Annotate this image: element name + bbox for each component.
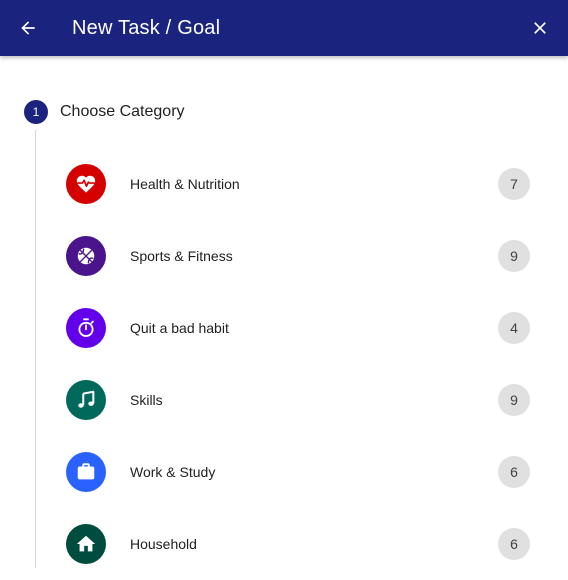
page-title: New Task / Goal [72, 17, 221, 39]
stopwatch-icon [66, 308, 106, 348]
step-header[interactable]: 1 Choose Category [24, 100, 185, 124]
category-item-sports-fitness[interactable]: Sports & Fitness 9 [50, 220, 550, 292]
category-count-badge: 9 [498, 384, 530, 416]
category-count-badge: 4 [498, 312, 530, 344]
arrow-back-icon [21, 21, 35, 35]
category-count-badge: 9 [498, 240, 530, 272]
close-button[interactable] [526, 14, 554, 42]
category-item-household[interactable]: Household 6 [50, 508, 550, 580]
category-count-badge: 7 [498, 168, 530, 200]
category-item-health-nutrition[interactable]: Health & Nutrition 7 [50, 148, 550, 220]
category-label: Health & Nutrition [130, 176, 240, 192]
back-button[interactable] [14, 14, 42, 42]
category-label: Quit a bad habit [130, 320, 229, 336]
step-number-badge: 1 [24, 100, 48, 124]
heart-pulse-icon [66, 164, 106, 204]
app-bar: New Task / Goal [0, 0, 568, 56]
music-note-icon [66, 380, 106, 420]
category-list: Health & Nutrition 7 Sports & Fitness 9 [50, 148, 550, 580]
category-label: Sports & Fitness [130, 248, 233, 264]
step-connector-line [35, 130, 36, 568]
category-count-badge: 6 [498, 456, 530, 488]
category-label: Household [130, 536, 197, 552]
step-label: Choose Category [60, 103, 185, 120]
category-item-skills[interactable]: Skills 9 [50, 364, 550, 436]
briefcase-icon [66, 452, 106, 492]
category-item-quit-bad-habit[interactable]: Quit a bad habit 4 [50, 292, 550, 364]
category-count-badge: 6 [498, 528, 530, 560]
basketball-icon [66, 236, 106, 276]
category-item-work-study[interactable]: Work & Study 6 [50, 436, 550, 508]
home-icon [66, 524, 106, 564]
close-icon [534, 22, 546, 34]
category-label: Skills [130, 392, 163, 408]
category-label: Work & Study [130, 464, 216, 480]
